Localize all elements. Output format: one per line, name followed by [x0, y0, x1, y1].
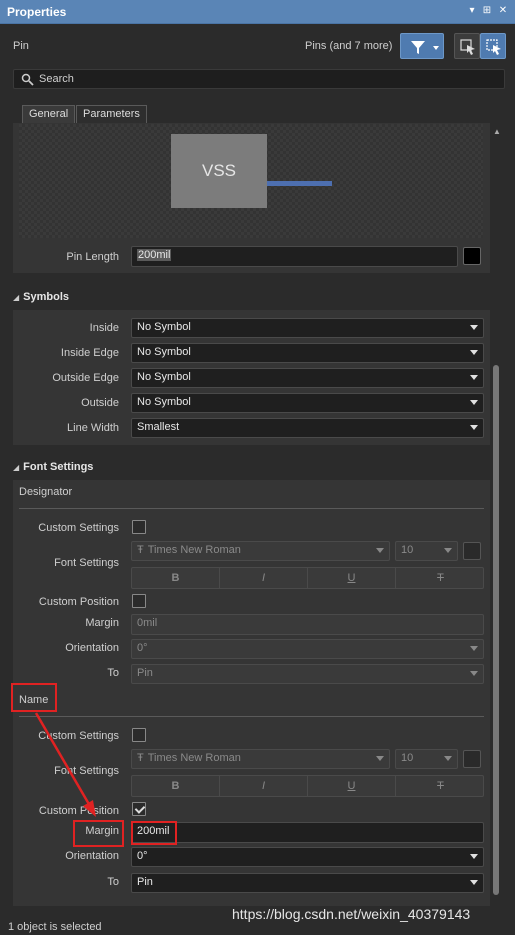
- watermark-text: https://blog.csdn.net/weixin_40379143: [232, 906, 471, 922]
- annotation-arrow: [34, 712, 96, 817]
- status-text: 1 object is selected: [8, 921, 102, 933]
